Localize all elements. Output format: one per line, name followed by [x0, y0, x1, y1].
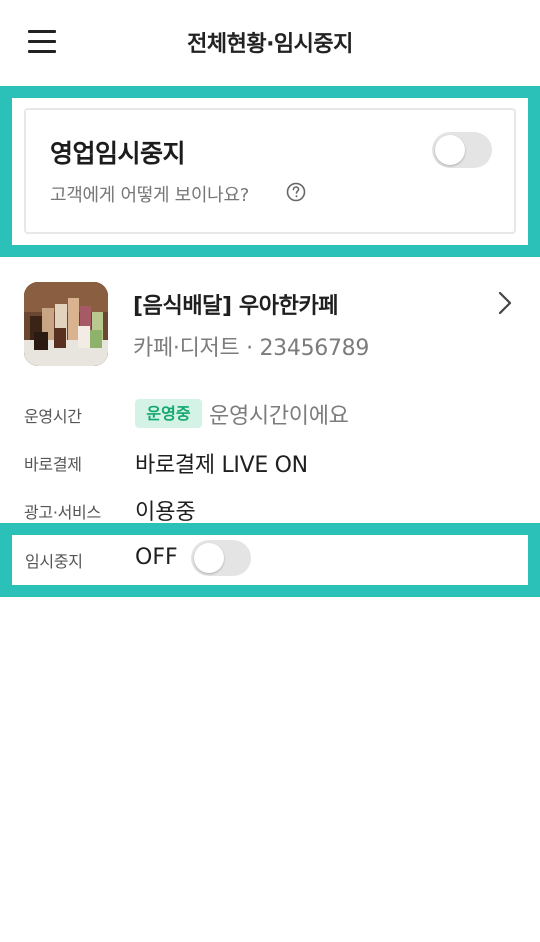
cafe-drinks-image [24, 282, 108, 366]
pause-status-text: OFF [135, 545, 178, 570]
payment-label: 바로결제 [24, 455, 82, 474]
pause-card-highlight: 영업임시중지 고객에게 어떻게 보이나요? [0, 86, 540, 257]
pause-toggle[interactable] [191, 540, 251, 576]
store-name[interactable]: [음식배달] 우아한카페 [133, 288, 339, 320]
toggle-knob [435, 135, 465, 165]
chevron-right-icon[interactable] [494, 290, 516, 316]
pause-row: 임시중지 OFF [12, 535, 528, 585]
pause-card-title: 영업임시중지 [50, 139, 186, 168]
hours-value: 운영시간이에요 [209, 404, 349, 429]
toggle-knob [194, 543, 224, 573]
business-pause-toggle[interactable] [432, 132, 492, 168]
pause-row-highlight: 임시중지 OFF [0, 523, 540, 597]
store-category-id: 카페·디저트 · 23456789 [133, 336, 370, 361]
ads-status-link[interactable]: 이용중 [135, 494, 196, 526]
app-header: 전체현황·임시중지 [0, 0, 540, 86]
pause-label: 임시중지 [25, 552, 83, 571]
store-thumbnail [24, 282, 108, 366]
pause-card-subtitle[interactable]: 고객에게 어떻게 보이나요? [50, 181, 249, 207]
question-circle-icon[interactable] [286, 182, 306, 202]
status-badge: 운영중 [135, 399, 202, 428]
pause-card-wrapper: 영업임시중지 고객에게 어떻게 보이나요? [12, 98, 528, 245]
ads-label: 광고·서비스 [24, 503, 101, 522]
payment-value: 바로결제 LIVE ON [135, 453, 308, 478]
page-title: 전체현황·임시중지 [187, 32, 353, 57]
hours-label: 운영시간 [24, 407, 82, 426]
business-pause-card: 영업임시중지 고객에게 어떻게 보이나요? [24, 108, 516, 234]
